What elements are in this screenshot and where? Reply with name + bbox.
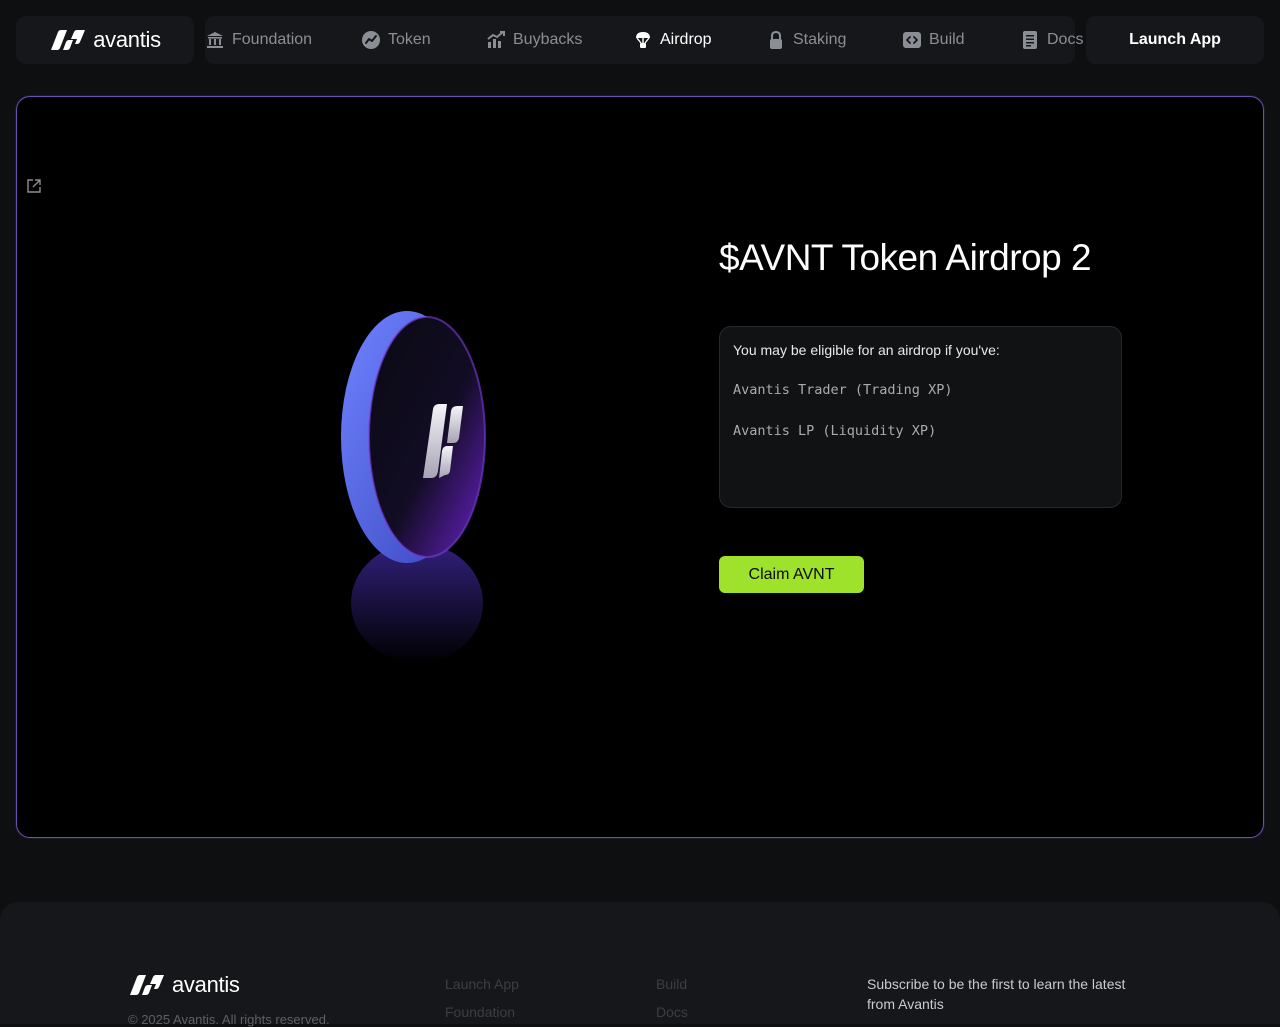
nav-item-airdrop[interactable]: Airdrop <box>633 16 712 64</box>
brand-name: avantis <box>93 27 161 52</box>
nav-label: Buybacks <box>513 31 583 48</box>
eligibility-intro: You may be eligible for an airdrop if yo… <box>733 342 1000 358</box>
footer-link-build[interactable]: Build <box>656 976 687 992</box>
nav-item-staking[interactable]: Staking <box>766 16 846 64</box>
parachute-icon <box>636 32 650 48</box>
eligibility-item-trader: Avantis Trader (Trading XP) <box>733 382 953 398</box>
lock-icon <box>770 30 782 49</box>
code-icon <box>903 32 921 48</box>
airdrop-hero-card: $AVNT Token Airdrop 2 You may be eligibl… <box>16 96 1264 838</box>
main-nav: Foundation Token Buybacks Airdrop Stakin… <box>205 16 1083 64</box>
nav-item-token[interactable]: Token <box>361 16 431 64</box>
nav-label: Docs <box>1047 31 1084 48</box>
nav-label: Airdrop <box>660 31 712 48</box>
footer-link-foundation[interactable]: Foundation <box>445 1004 515 1020</box>
footer: avantis © 2025 Avantis. All rights reser… <box>0 902 1280 1027</box>
nav-item-docs[interactable]: Docs <box>1020 16 1083 64</box>
launch-app-button[interactable]: Launch App <box>1086 16 1264 64</box>
nav-item-foundation[interactable]: Foundation <box>205 16 312 64</box>
bank-icon <box>207 32 223 48</box>
copyright-text: © 2025 Avantis. All rights reserved. <box>128 1012 330 1027</box>
footer-link-launch-app[interactable]: Launch App <box>445 976 519 992</box>
nav-label: Token <box>388 31 431 48</box>
token-chart-icon <box>362 31 380 49</box>
eligibility-panel: You may be eligible for an airdrop if yo… <box>719 326 1122 508</box>
footer-brand-logo[interactable]: avantis <box>128 972 240 998</box>
buyback-chart-icon <box>487 31 505 48</box>
nav-label: Foundation <box>232 31 313 48</box>
external-link-icon[interactable] <box>25 177 43 195</box>
top-navigation: avantis Foundation Token Buybacks Airdro… <box>16 16 1264 64</box>
nav-label: Staking <box>793 31 847 48</box>
brand-logo-link[interactable]: avantis <box>16 16 194 64</box>
claim-avnt-button[interactable]: Claim AVNT <box>719 556 864 593</box>
nav-label: Build <box>929 31 965 48</box>
avantis-logo-icon <box>130 975 164 995</box>
page-title: $AVNT Token Airdrop 2 <box>719 237 1092 278</box>
subscribe-text: Subscribe to be the first to learn the l… <box>867 976 1126 1012</box>
nav-item-buybacks[interactable]: Buybacks <box>486 16 582 64</box>
avnt-coin-illustration <box>341 311 486 663</box>
document-icon <box>1023 31 1037 49</box>
eligibility-item-lp: Avantis LP (Liquidity XP) <box>733 423 937 439</box>
avantis-logo-icon <box>51 30 86 50</box>
footer-link-docs[interactable]: Docs <box>656 1004 688 1020</box>
footer-brand-name: avantis <box>172 972 240 997</box>
nav-item-build[interactable]: Build <box>902 16 965 64</box>
